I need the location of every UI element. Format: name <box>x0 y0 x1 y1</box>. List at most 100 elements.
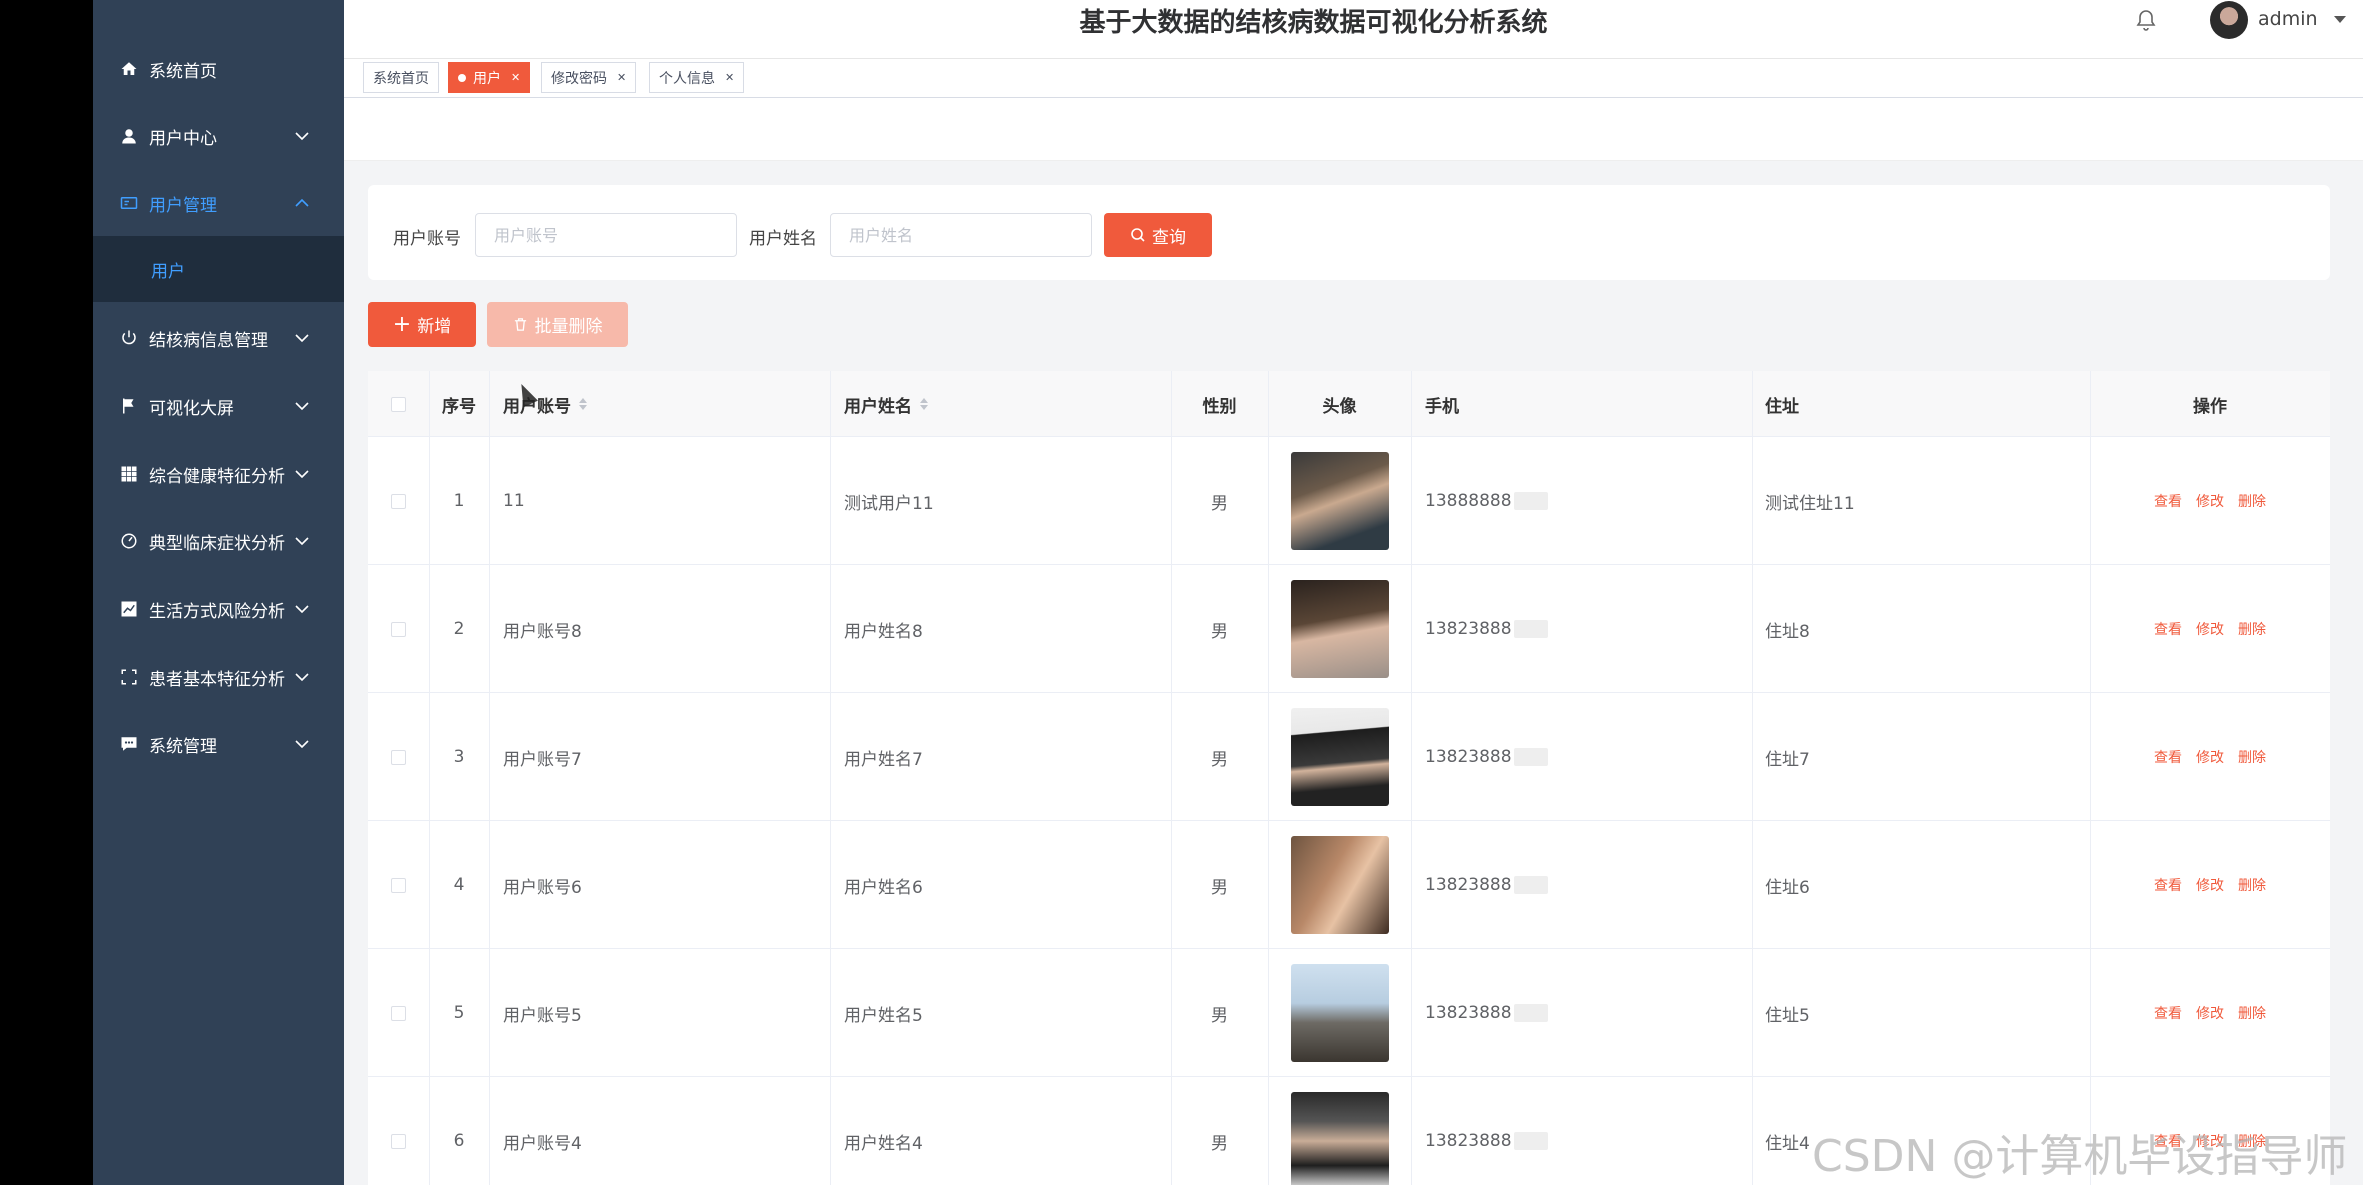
row-checkbox[interactable] <box>391 493 406 509</box>
tag-label: 个人信息 <box>659 70 715 87</box>
edit-button[interactable]: 修改 <box>2196 747 2224 767</box>
edit-button[interactable]: 修改 <box>2196 491 2224 511</box>
cell-address: 测试住址11 <box>1765 493 1855 514</box>
add-button[interactable]: + 新增 <box>368 302 476 347</box>
cell-phone: 13823888 <box>1425 1077 1745 1185</box>
cell-gender: 男 <box>1211 621 1228 642</box>
sort-icon[interactable] <box>920 398 928 410</box>
phone-text: 13888888 <box>1425 491 1512 511</box>
account-search-input[interactable] <box>475 213 737 257</box>
batch-delete-button[interactable]: 批量删除 <box>487 302 628 347</box>
phone-text: 13823888 <box>1425 619 1512 639</box>
delete-button[interactable]: 删除 <box>2238 747 2266 767</box>
grid-icon <box>119 464 139 484</box>
sidebar-item-label: 用户中心 <box>149 128 217 149</box>
plus-icon: + <box>392 311 412 337</box>
chart-icon <box>119 599 139 619</box>
user-avatar-image[interactable] <box>1290 1092 1389 1185</box>
sort-icon[interactable] <box>579 398 587 410</box>
edit-button[interactable]: 修改 <box>2196 1003 2224 1023</box>
user-avatar-image[interactable] <box>1290 708 1389 806</box>
column-header-name[interactable]: 用户姓名 <box>844 371 1144 437</box>
caret-down-icon[interactable] <box>2334 16 2346 23</box>
sidebar-item-health-analysis[interactable]: 综合健康特征分析 <box>93 440 344 508</box>
delete-button[interactable]: 删除 <box>2238 619 2266 639</box>
search-panel: 用户账号 用户姓名 查询 <box>368 185 2330 280</box>
username[interactable]: admin <box>2258 8 2318 30</box>
cell-name: 用户姓名6 <box>844 877 923 898</box>
close-icon[interactable]: ✕ <box>617 71 626 84</box>
sidebar-item-lifestyle-analysis[interactable]: 生活方式风险分析 <box>93 575 344 643</box>
tag-change-password[interactable]: 修改密码 ✕ <box>541 62 637 93</box>
column-header-phone: 手机 <box>1425 396 1459 417</box>
tag-profile[interactable]: 个人信息 ✕ <box>649 62 745 93</box>
sidebar-item-label: 典型临床症状分析 <box>149 533 285 554</box>
view-button[interactable]: 查看 <box>2154 1003 2182 1023</box>
view-button[interactable]: 查看 <box>2154 619 2182 639</box>
delete-button[interactable]: 删除 <box>2238 1003 2266 1023</box>
row-checkbox[interactable] <box>391 1005 406 1021</box>
cell-phone: 13823888 <box>1425 565 1745 693</box>
row-checkbox[interactable] <box>391 749 406 765</box>
user-avatar-image[interactable] <box>1290 964 1389 1062</box>
sidebar-item-user-center[interactable]: 用户中心 <box>93 102 344 170</box>
tag-home[interactable]: 系统首页 <box>363 62 439 93</box>
sidebar-item-patient-analysis[interactable]: 患者基本特征分析 <box>93 643 344 711</box>
user-avatar-image[interactable] <box>1290 836 1389 934</box>
tag-user[interactable]: 用户 ✕ <box>448 62 531 93</box>
breadcrumb-strip <box>344 98 2363 161</box>
sidebar-item-tb-info[interactable]: 结核病信息管理 <box>93 304 344 372</box>
cell-name: 用户姓名8 <box>844 621 923 642</box>
view-button[interactable]: 查看 <box>2154 875 2182 895</box>
view-button[interactable]: 查看 <box>2154 491 2182 511</box>
sidebar-item-label: 生活方式风险分析 <box>149 601 285 622</box>
column-header-account[interactable]: 用户账号 <box>503 371 803 437</box>
name-search-input[interactable] <box>830 213 1092 257</box>
user-avatar-image[interactable] <box>1290 452 1389 550</box>
sidebar-subitem-user[interactable]: 用户 <box>93 236 344 302</box>
sidebar-item-home[interactable]: 系统首页 <box>93 35 344 103</box>
column-header-label: 用户姓名 <box>844 396 912 417</box>
edit-button[interactable]: 修改 <box>2196 875 2224 895</box>
table-row: 5 用户账号5 用户姓名5 男 13823888 住址5 查看 修改 删除 <box>368 949 2330 1077</box>
cell-name: 用户姓名5 <box>844 1005 923 1026</box>
power-icon <box>119 328 139 348</box>
sidebar-item-label: 可视化大屏 <box>149 398 234 419</box>
user-avatar-image[interactable] <box>1290 580 1389 678</box>
cell-actions: 查看 修改 删除 <box>2090 949 2330 1077</box>
cell-account: 用户账号7 <box>503 749 582 770</box>
select-all-checkbox[interactable] <box>391 396 406 412</box>
column-header-avatar: 头像 <box>1322 396 1357 417</box>
phone-text: 13823888 <box>1425 747 1512 767</box>
search-icon <box>1131 228 1145 242</box>
cell-account: 用户账号5 <box>503 1005 582 1026</box>
cell-name: 用户姓名7 <box>844 749 923 770</box>
edit-button[interactable]: 修改 <box>2196 619 2224 639</box>
cell-actions: 查看 修改 删除 <box>2090 693 2330 821</box>
sidebar-item-big-screen[interactable]: 可视化大屏 <box>93 372 344 440</box>
query-button[interactable]: 查询 <box>1104 213 1212 257</box>
row-checkbox[interactable] <box>391 1133 406 1149</box>
sidebar-item-symptom-analysis[interactable]: 典型临床症状分析 <box>93 507 344 575</box>
close-icon[interactable]: ✕ <box>725 71 734 84</box>
row-checkbox[interactable] <box>391 877 406 893</box>
sidebar-item-system-management[interactable]: 系统管理 <box>93 710 344 778</box>
chevron-down-icon <box>295 537 309 546</box>
close-icon[interactable]: ✕ <box>511 71 520 84</box>
avatar[interactable] <box>2210 1 2248 39</box>
id-card-icon <box>119 193 139 213</box>
sidebar-item-label: 系统管理 <box>149 736 217 757</box>
cell-gender: 男 <box>1211 749 1228 770</box>
row-select-cell <box>368 949 429 1077</box>
sidebar-item-user-management[interactable]: 用户管理 <box>93 169 344 237</box>
view-button[interactable]: 查看 <box>2154 747 2182 767</box>
account-label: 用户账号 <box>393 229 461 249</box>
phone-text: 13823888 <box>1425 1131 1512 1151</box>
chevron-down-icon <box>295 470 309 479</box>
bell-icon[interactable] <box>2134 8 2158 32</box>
delete-button[interactable]: 删除 <box>2238 875 2266 895</box>
sidebar-item-label: 结核病信息管理 <box>149 330 268 351</box>
delete-button[interactable]: 删除 <box>2238 491 2266 511</box>
redaction-mask <box>1513 748 1548 766</box>
row-checkbox[interactable] <box>391 621 406 637</box>
